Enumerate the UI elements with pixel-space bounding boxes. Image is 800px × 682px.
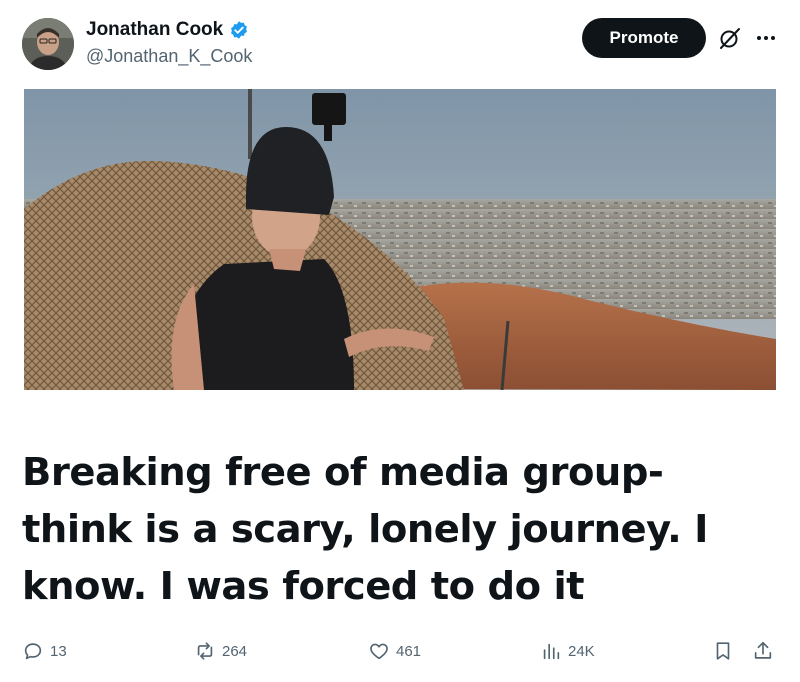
author-name-row[interactable]: Jonathan Cook	[86, 19, 249, 41]
reply-button[interactable]: 13	[22, 640, 67, 662]
reply-icon	[24, 643, 42, 660]
author-handle[interactable]: @Jonathan_K_Cook	[86, 46, 252, 67]
post-headline: Breaking free of media group-think is a …	[22, 450, 709, 609]
views-count: 24K	[568, 642, 595, 660]
verified-badge-icon	[229, 20, 249, 40]
promote-button[interactable]: Promote	[582, 18, 706, 58]
grok-icon[interactable]	[718, 26, 742, 50]
share-button[interactable]	[752, 640, 774, 662]
repost-count: 264	[222, 642, 248, 660]
action-bar: 13 264 461 24K	[22, 640, 780, 668]
post-image[interactable]	[24, 89, 776, 390]
views-button[interactable]: 24K	[540, 640, 595, 662]
repost-icon	[197, 642, 213, 660]
avatar[interactable]	[22, 18, 74, 70]
like-count: 461	[396, 642, 422, 660]
views-icon	[543, 643, 560, 660]
bookmark-icon	[716, 642, 730, 660]
bookmark-button[interactable]	[712, 640, 734, 662]
post-header: Jonathan Cook @Jonathan_K_Cook Promote	[22, 16, 780, 74]
reply-count: 13	[50, 642, 67, 660]
author-name[interactable]: Jonathan Cook	[86, 19, 223, 41]
share-icon	[754, 641, 772, 659]
heart-icon	[370, 643, 388, 660]
like-button[interactable]: 461	[368, 640, 421, 662]
more-icon[interactable]	[752, 26, 780, 50]
repost-button[interactable]: 264	[194, 640, 247, 662]
